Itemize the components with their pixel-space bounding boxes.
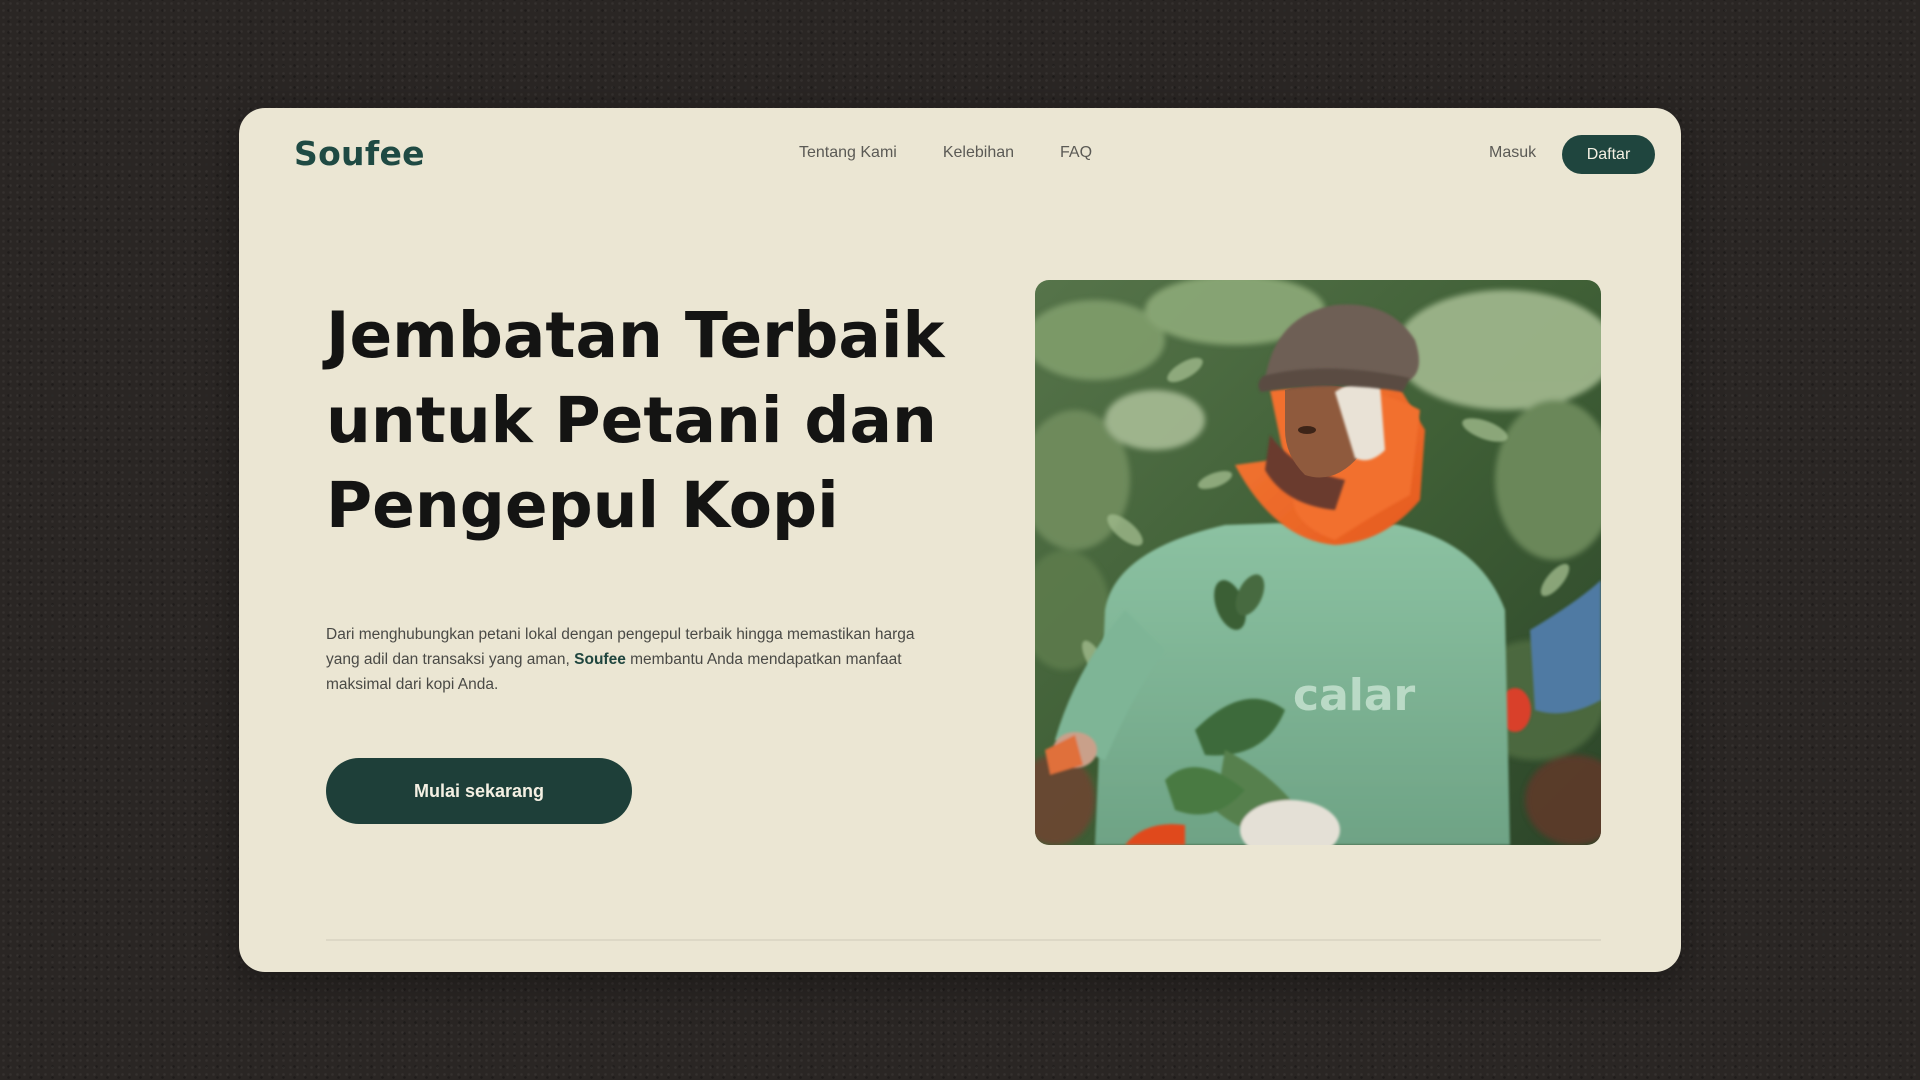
nav-link-faq[interactable]: FAQ bbox=[1060, 144, 1092, 162]
top-nav: Tentang Kami Kelebihan FAQ bbox=[799, 144, 1092, 162]
brand-logo[interactable]: Soufee bbox=[294, 134, 425, 173]
signup-button[interactable]: Daftar bbox=[1562, 135, 1655, 174]
nav-link-tentang-kami[interactable]: Tentang Kami bbox=[799, 144, 897, 162]
landing-page-card: Soufee Tentang Kami Kelebihan FAQ Masuk … bbox=[239, 108, 1681, 972]
nav-link-kelebihan[interactable]: Kelebihan bbox=[943, 144, 1014, 162]
coffee-farmer-photo: calar bbox=[1035, 280, 1601, 845]
coffee-farmer-illustration: calar bbox=[1035, 280, 1601, 845]
get-started-button[interactable]: Mulai sekarang bbox=[326, 758, 632, 824]
hero-title: Jembatan Terbaik untuk Petani dan Pengep… bbox=[326, 293, 1026, 548]
hero-title-line: Pengepul Kopi bbox=[326, 469, 839, 542]
hero-description: Dari menghubungkan petani lokal dengan p… bbox=[326, 622, 926, 697]
hero-title-line: Jembatan Terbaik bbox=[326, 299, 945, 372]
shirt-print-text: calar bbox=[1293, 670, 1416, 721]
hero-title-line: untuk Petani dan bbox=[326, 384, 937, 457]
hero-description-brand: Soufee bbox=[574, 651, 626, 668]
section-divider bbox=[326, 939, 1601, 941]
login-link[interactable]: Masuk bbox=[1489, 144, 1536, 162]
